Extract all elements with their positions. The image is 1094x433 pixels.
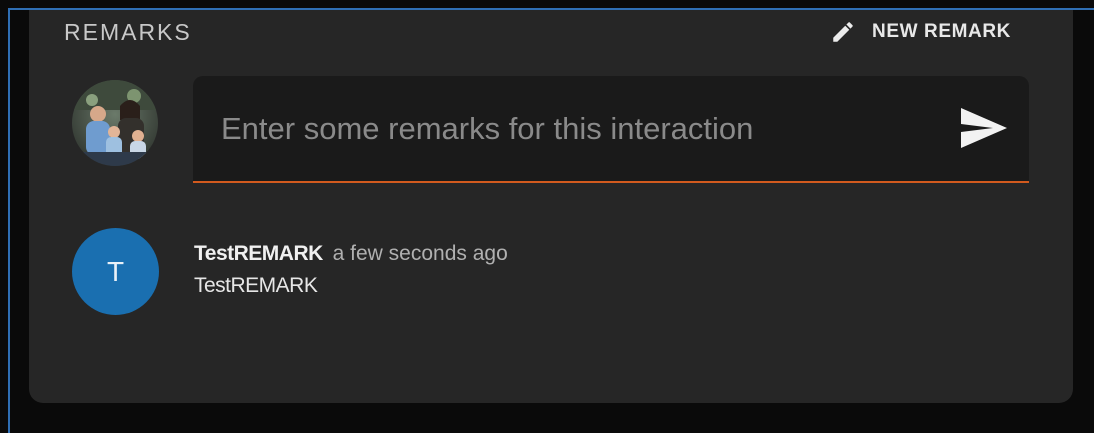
remark-input-container bbox=[193, 76, 1029, 183]
remarks-header: REMARKS NEW REMARK bbox=[29, 10, 1073, 54]
remark-header: TestREMARK a few seconds ago bbox=[194, 242, 508, 266]
send-button[interactable] bbox=[959, 106, 1009, 150]
remark-author: TestREMARK bbox=[194, 242, 323, 265]
remark-text: TestREMARK bbox=[194, 274, 318, 297]
current-user-avatar bbox=[72, 80, 158, 166]
new-remark-label: NEW REMARK bbox=[872, 21, 1011, 42]
remark-author-avatar: T bbox=[72, 228, 159, 315]
pencil-icon bbox=[830, 19, 856, 45]
remarks-title: REMARKS bbox=[64, 19, 192, 45]
remark-list-item: T TestREMARK a few seconds ago TestREMAR… bbox=[72, 228, 972, 318]
send-icon bbox=[959, 108, 1009, 154]
frame-border-left bbox=[8, 8, 10, 433]
remarks-card: REMARKS NEW REMARK Enter some remarks fo… bbox=[29, 10, 1073, 403]
remark-input[interactable] bbox=[193, 76, 941, 181]
remark-timestamp: a few seconds ago bbox=[332, 242, 508, 265]
app-frame: REMARKS NEW REMARK Enter some remarks fo… bbox=[0, 0, 1094, 433]
new-remark-button[interactable]: NEW REMARK bbox=[830, 16, 1011, 48]
